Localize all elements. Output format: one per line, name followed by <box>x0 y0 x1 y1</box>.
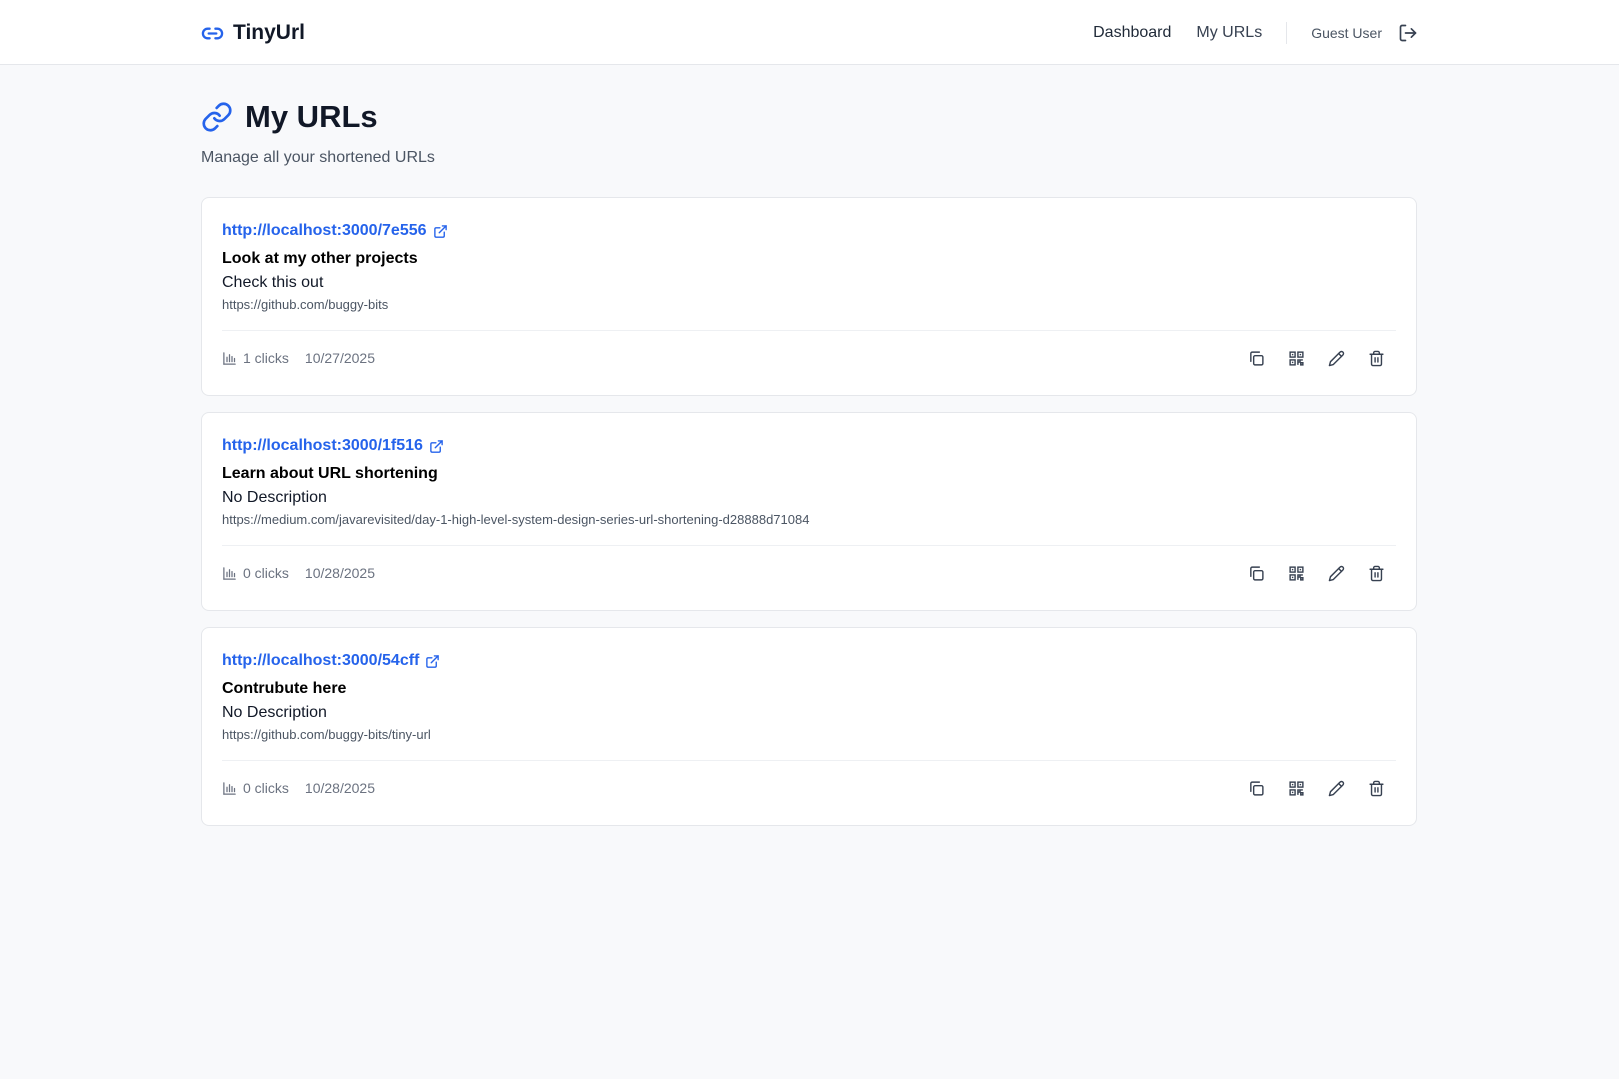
external-link-icon[interactable] <box>425 654 440 669</box>
copy-button[interactable] <box>1236 559 1276 587</box>
external-link-icon[interactable] <box>433 224 448 239</box>
original-url: https://medium.com/javarevisited/day-1-h… <box>222 512 810 527</box>
short-url-link[interactable]: http://localhost:3000/7e556 <box>222 222 427 240</box>
delete-icon <box>1368 350 1384 366</box>
click-count: 0 clicks <box>243 565 289 581</box>
original-url: https://github.com/buggy-bits/tiny-url <box>222 727 431 742</box>
nav-menu: Dashboard My URLs Guest User <box>1068 18 1418 48</box>
link-icon <box>201 101 233 133</box>
page-header: My URLs Manage all your shortened URLs <box>201 98 435 167</box>
external-link-icon[interactable] <box>429 439 444 454</box>
bar-chart-icon <box>222 781 237 796</box>
copy-icon <box>1249 350 1264 366</box>
nav-link-my-urls[interactable]: My URLs <box>1196 24 1262 42</box>
edit-button[interactable] <box>1316 344 1356 372</box>
short-url-link[interactable]: http://localhost:3000/54cff <box>222 652 419 670</box>
qr-code-icon <box>1288 780 1304 796</box>
brand-name: TinyUrl <box>233 21 305 44</box>
qr-code-button[interactable] <box>1276 559 1316 587</box>
card-divider <box>222 545 1396 546</box>
brand-logo[interactable]: TinyUrl <box>201 20 305 46</box>
delete-button[interactable] <box>1356 344 1396 372</box>
url-meta: 1 clicks 10/27/2025 <box>222 348 375 368</box>
user-name: Guest User <box>1311 25 1382 41</box>
delete-button[interactable] <box>1356 559 1396 587</box>
card-divider <box>222 330 1396 331</box>
click-count: 0 clicks <box>243 780 289 796</box>
click-count: 1 clicks <box>243 350 289 366</box>
page-title: My URLs <box>245 99 378 134</box>
page-subtitle: Manage all your shortened URLs <box>201 149 435 166</box>
copy-button[interactable] <box>1236 344 1276 372</box>
nav-link-dashboard[interactable]: Dashboard <box>1093 24 1171 42</box>
top-navbar: TinyUrl Dashboard My URLs Guest User <box>0 0 1619 65</box>
qr-code-icon <box>1288 350 1304 366</box>
bar-chart-icon <box>222 351 237 366</box>
url-title: Learn about URL shortening <box>222 465 438 482</box>
url-title: Look at my other projects <box>222 250 418 267</box>
link-icon <box>201 22 224 45</box>
url-meta: 0 clicks 10/28/2025 <box>222 563 375 583</box>
qr-code-button[interactable] <box>1276 344 1316 372</box>
url-description: No Description <box>222 489 327 506</box>
card-divider <box>222 760 1396 761</box>
copy-button[interactable] <box>1236 774 1276 802</box>
edit-icon <box>1328 780 1344 796</box>
short-url-link[interactable]: http://localhost:3000/1f516 <box>222 437 423 455</box>
url-meta: 0 clicks 10/28/2025 <box>222 778 375 798</box>
url-card: http://localhost:3000/54cff Contrubute h… <box>201 627 1417 826</box>
url-description: Check this out <box>222 274 324 291</box>
edit-button[interactable] <box>1316 774 1356 802</box>
url-card: http://localhost:3000/1f516 Learn about … <box>201 412 1417 611</box>
qr-code-button[interactable] <box>1276 774 1316 802</box>
url-card: http://localhost:3000/7e556 Look at my o… <box>201 197 1417 396</box>
qr-code-icon <box>1288 565 1304 581</box>
delete-button[interactable] <box>1356 774 1396 802</box>
edit-icon <box>1328 350 1344 366</box>
created-date: 10/28/2025 <box>304 565 375 581</box>
delete-icon <box>1368 780 1384 796</box>
card-actions <box>1236 774 1396 802</box>
delete-icon <box>1368 565 1384 581</box>
card-actions <box>1236 559 1396 587</box>
bar-chart-icon <box>222 566 237 581</box>
edit-button[interactable] <box>1316 559 1356 587</box>
original-url: https://github.com/buggy-bits <box>222 297 389 312</box>
created-date: 10/28/2025 <box>304 780 375 796</box>
url-title: Contrubute here <box>222 680 347 697</box>
copy-icon <box>1249 780 1264 796</box>
nav-divider <box>1286 22 1288 44</box>
url-description: No Description <box>222 704 327 721</box>
card-actions <box>1236 344 1396 372</box>
copy-icon <box>1249 565 1264 581</box>
created-date: 10/27/2025 <box>304 350 375 366</box>
url-list: http://localhost:3000/7e556 Look at my o… <box>201 197 1417 842</box>
edit-icon <box>1328 565 1344 581</box>
logout-icon[interactable] <box>1398 23 1418 43</box>
